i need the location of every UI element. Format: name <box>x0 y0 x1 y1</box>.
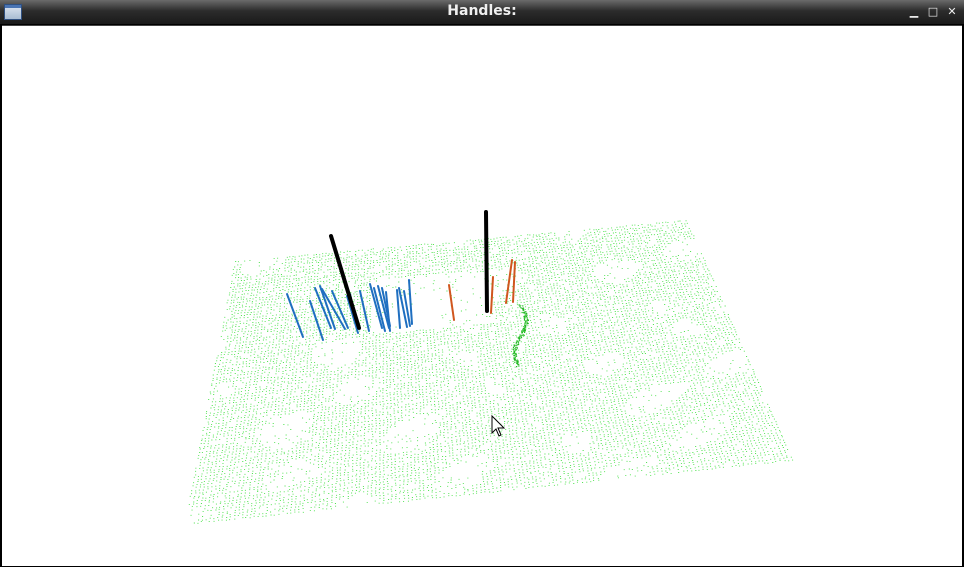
handle-blue[interactable] <box>396 289 401 329</box>
handle-blue[interactable] <box>309 300 324 341</box>
point-cloud-points <box>188 220 794 524</box>
scene-canvas[interactable] <box>2 26 962 566</box>
handle-orange[interactable] <box>490 276 494 314</box>
3d-viewport[interactable] <box>2 25 962 566</box>
handle-orange[interactable] <box>448 284 455 321</box>
point-cloud-ridge <box>512 304 529 368</box>
handle-black[interactable] <box>484 210 489 313</box>
title-bar[interactable]: Handles: ▁ □ ✕ <box>0 0 964 25</box>
maximize-button[interactable]: □ <box>926 5 940 19</box>
handles-group <box>286 210 516 341</box>
handle-blue[interactable] <box>359 290 370 332</box>
point-cloud <box>188 220 794 524</box>
close-button[interactable]: ✕ <box>945 5 959 19</box>
window-title: Handles: <box>447 3 517 19</box>
application-window: Handles: ▁ □ ✕ <box>0 0 964 567</box>
minimize-button[interactable]: ▁ <box>907 5 921 19</box>
handle-orange[interactable] <box>512 261 516 303</box>
